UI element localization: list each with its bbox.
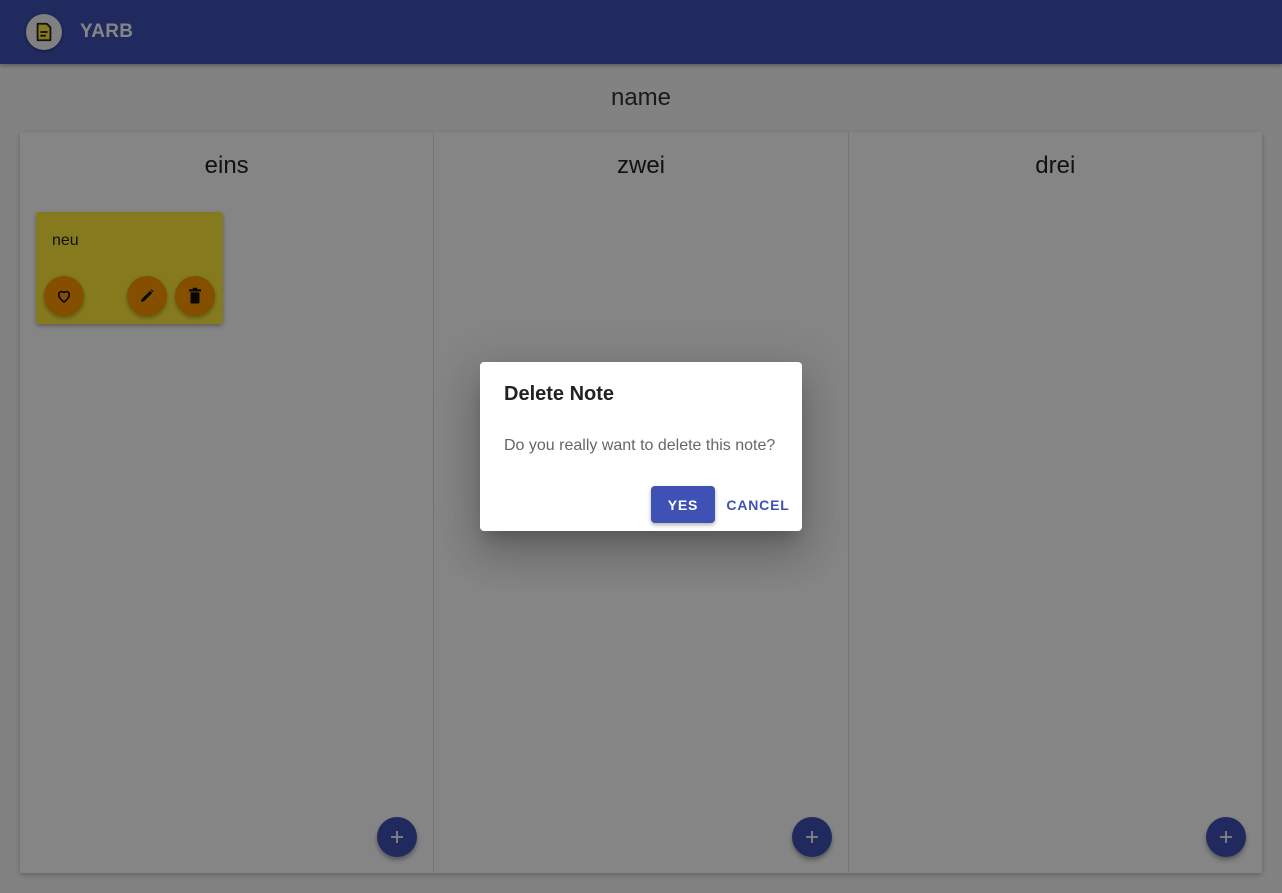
dialog-title: Delete Note	[504, 383, 615, 405]
app: YARB name eins neu zwei drei Delete Note…	[0, 0, 1282, 893]
cancel-button[interactable]: CANCEL	[723, 486, 793, 523]
yes-button[interactable]: YES	[651, 486, 715, 523]
dialog-message: Do you really want to delete this note?	[504, 437, 776, 454]
delete-note-dialog: Delete Note Do you really want to delete…	[480, 362, 802, 531]
